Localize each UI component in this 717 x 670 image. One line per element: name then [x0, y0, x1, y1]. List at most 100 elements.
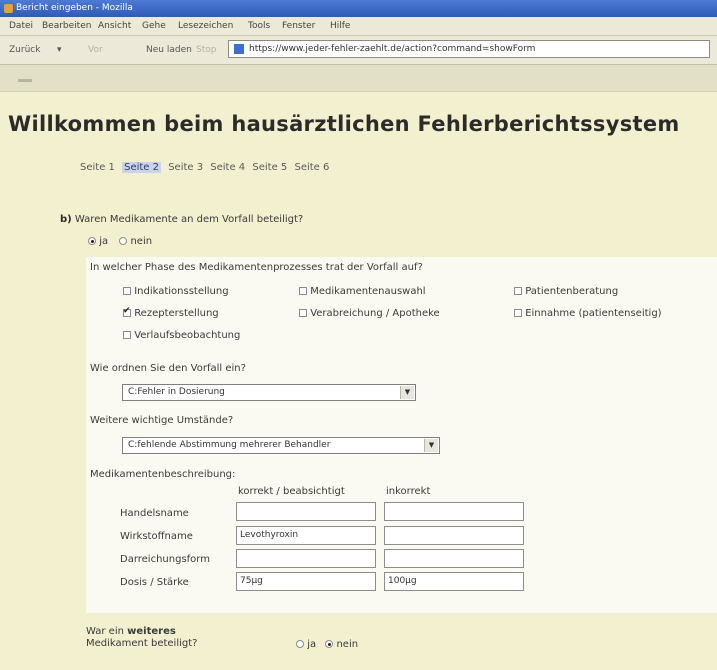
col-incorrect-header: inkorrekt	[386, 486, 431, 497]
further-question: Weitere wichtige Umstände?	[90, 415, 234, 426]
menu-bar: Datei Bearbeiten Ansicht Gehe Lesezeiche…	[0, 17, 717, 36]
menu-ansicht[interactable]: Ansicht	[98, 17, 131, 35]
menu-datei[interactable]: Datei	[9, 17, 33, 35]
checkbox-einnahme-control[interactable]	[514, 309, 522, 317]
forward-button[interactable]: Vor	[88, 43, 103, 57]
mozilla-icon	[4, 4, 13, 13]
menu-bearbeiten[interactable]: Bearbeiten	[42, 17, 91, 35]
input-darreichungsform-incorrect[interactable]	[384, 549, 524, 568]
checkbox-einnahme-label: Einnahme (patientenseitig)	[525, 308, 662, 319]
checkbox-indikationsstellung[interactable]: Indikationsstellung	[123, 286, 229, 297]
checkbox-patientenberatung[interactable]: Patientenberatung	[514, 286, 618, 297]
radio-another-ja-control[interactable]	[296, 640, 304, 648]
pager-link-seite-5[interactable]: Seite 5	[252, 162, 287, 173]
menu-lesezeichen[interactable]: Lesezeichen	[178, 17, 233, 35]
pager-link-seite-6[interactable]: Seite 6	[294, 162, 329, 173]
radio-ja[interactable]: ja	[88, 236, 108, 247]
stop-button[interactable]: Stop	[196, 43, 216, 57]
question-b-answers: ja nein	[88, 236, 160, 247]
another-prefix: War ein	[86, 626, 128, 637]
row-label-wirkstoffname: Wirkstoffname	[120, 531, 193, 542]
menu-hilfe[interactable]: Hilfe	[330, 17, 350, 35]
pager-link-seite-4[interactable]: Seite 4	[210, 162, 245, 173]
url-text: https://www.jeder-fehler-zaehlt.de/actio…	[249, 44, 536, 54]
further-select-value: C:fehlende Abstimmung mehrerer Behandler	[128, 440, 331, 450]
page-pager: Seite 1 Seite 2 Seite 3 Seite 4 Seite 5 …	[80, 162, 333, 173]
checkbox-verlaufsbeobachtung-label: Verlaufsbeobachtung	[134, 330, 241, 341]
pager-link-seite-3[interactable]: Seite 3	[168, 162, 203, 173]
url-bar[interactable]: https://www.jeder-fehler-zaehlt.de/actio…	[228, 40, 710, 58]
input-wirkstoffname-correct[interactable]: Levothyroxin	[236, 526, 376, 545]
radio-nein[interactable]: nein	[119, 236, 152, 247]
row-label-dosis-staerke: Dosis / Stärke	[120, 577, 189, 588]
chevron-down-icon[interactable]: ▼	[400, 386, 414, 399]
another-medication-question: War ein weiteres Medikament beteiligt?	[86, 626, 197, 650]
col-correct-header: korrekt / beabsichtigt	[238, 486, 345, 497]
checkbox-verabreichung-apotheke-control[interactable]	[299, 309, 307, 317]
radio-nein-control[interactable]	[119, 237, 128, 245]
another-line-1: War ein weiteres	[86, 626, 197, 638]
phase-question: In welcher Phase des Medikamentenprozess…	[90, 262, 423, 273]
radio-another-nein-label: nein	[336, 639, 359, 650]
checkbox-einnahme[interactable]: Einnahme (patientenseitig)	[514, 308, 662, 319]
menu-fenster[interactable]: Fenster	[282, 17, 315, 35]
another-answers: ja nein	[296, 639, 364, 650]
back-button[interactable]: Zurück	[9, 43, 40, 57]
question-b: b) Waren Medikamente an dem Vorfall bete…	[60, 214, 303, 225]
medication-panel: In welcher Phase des Medikamentenprozess…	[86, 257, 717, 613]
navigation-toolbar: Zurück ▾ Vor Neu laden Stop https://www.…	[0, 36, 717, 65]
input-handelsname-correct[interactable]	[236, 502, 376, 521]
window-title: Bericht eingeben - Mozilla	[16, 3, 133, 13]
another-line-2: Medikament beteiligt?	[86, 638, 198, 649]
radio-nein-label: nein	[130, 236, 153, 247]
question-b-text: Waren Medikamente an dem Vorfall beteili…	[74, 214, 304, 225]
input-dosis-incorrect[interactable]: 100µg	[384, 572, 524, 591]
checkbox-patientenberatung-label: Patientenberatung	[525, 286, 619, 297]
row-label-handelsname: Handelsname	[120, 508, 189, 519]
checkbox-verlaufsbeobachtung[interactable]: Verlaufsbeobachtung	[123, 330, 240, 341]
question-b-letter: b)	[60, 214, 72, 225]
radio-another-nein-control[interactable]	[325, 640, 334, 648]
row-label-darreichungsform: Darreichungsform	[120, 554, 210, 565]
medication-description-question: Medikamentenbeschreibung:	[90, 469, 236, 480]
menu-tools[interactable]: Tools	[248, 17, 270, 35]
back-dropdown-icon[interactable]: ▾	[57, 43, 62, 57]
input-dosis-correct[interactable]: 75µg	[236, 572, 376, 591]
site-favicon-icon	[234, 44, 244, 54]
radio-another-nein[interactable]: nein	[325, 639, 358, 650]
checkbox-medikamentenauswahl[interactable]: Medikamentenauswahl	[299, 286, 426, 297]
chevron-down-icon[interactable]: ▼	[424, 439, 438, 452]
pager-current-seite-2: Seite 2	[122, 162, 161, 173]
checkbox-rezepterstellung[interactable]: Rezepterstellung	[123, 306, 219, 319]
page-title: Willkommen beim hausärztlichen Fehlerber…	[8, 112, 680, 136]
radio-another-ja[interactable]: ja	[296, 639, 316, 650]
checkbox-verabreichung-apotheke-label: Verabreichung / Apotheke	[310, 308, 440, 319]
input-handelsname-incorrect[interactable]	[384, 502, 524, 521]
reload-button[interactable]: Neu laden	[146, 43, 192, 57]
checkbox-medikamentenauswahl-control[interactable]	[299, 287, 307, 295]
window-titlebar: Bericht eingeben - Mozilla	[0, 0, 717, 17]
checkbox-indikationsstellung-control[interactable]	[123, 287, 131, 295]
page-content: Willkommen beim hausärztlichen Fehlerber…	[0, 92, 717, 670]
checkbox-indikationsstellung-label: Indikationsstellung	[134, 286, 229, 297]
input-darreichungsform-correct[interactable]	[236, 549, 376, 568]
checkbox-medikamentenauswahl-label: Medikamentenauswahl	[310, 286, 426, 297]
checkbox-rezepterstellung-label: Rezepterstellung	[134, 308, 219, 319]
pager-link-seite-1[interactable]: Seite 1	[80, 162, 115, 173]
checkbox-verlaufsbeobachtung-control[interactable]	[123, 331, 131, 339]
radio-ja-label: ja	[99, 236, 109, 247]
further-select[interactable]: C:fehlende Abstimmung mehrerer Behandler…	[122, 437, 440, 454]
checkbox-patientenberatung-control[interactable]	[514, 287, 522, 295]
radio-another-ja-label: ja	[307, 639, 317, 650]
menu-gehe[interactable]: Gehe	[142, 17, 166, 35]
sidebar-strip	[0, 65, 717, 92]
classification-question: Wie ordnen Sie den Vorfall ein?	[90, 363, 246, 374]
classification-select-value: C:Fehler in Dosierung	[128, 387, 225, 397]
input-wirkstoffname-incorrect[interactable]	[384, 526, 524, 545]
classification-select[interactable]: C:Fehler in Dosierung ▼	[122, 384, 416, 401]
radio-ja-control[interactable]	[88, 237, 96, 245]
checkbox-rezepterstellung-control[interactable]	[123, 306, 131, 317]
checkbox-verabreichung-apotheke[interactable]: Verabreichung / Apotheke	[299, 308, 440, 319]
another-bold: weiteres	[127, 626, 176, 637]
sidebar-grippy-icon[interactable]	[18, 79, 32, 82]
